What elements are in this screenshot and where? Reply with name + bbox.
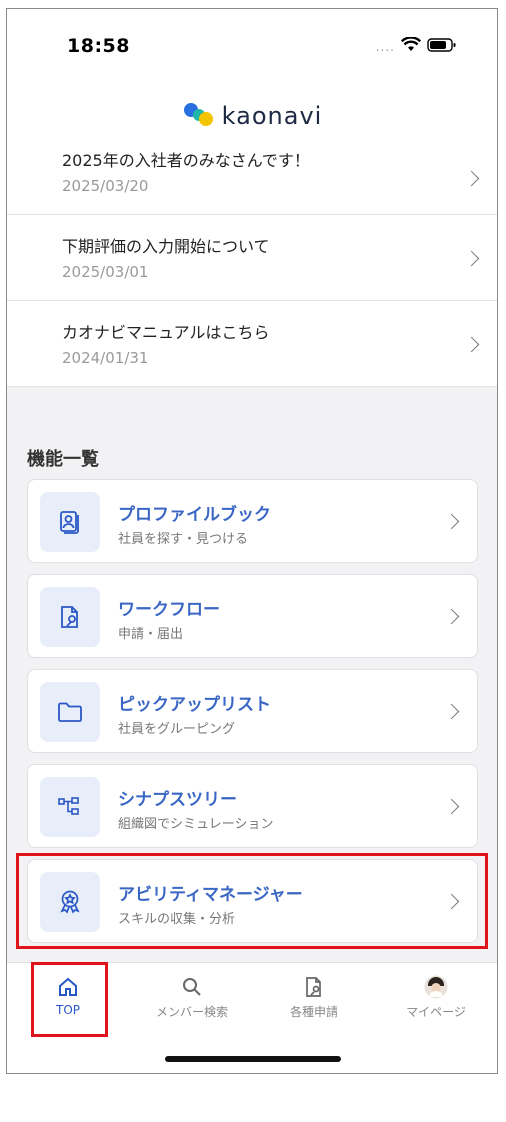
org-tree-icon [40,777,100,837]
news-title: 2025年の入社者のみなさんです！ [62,151,310,170]
highlight-top-tab [31,962,108,1037]
section-title: 機能一覧 [27,449,99,470]
card-title: シナプスツリー [118,790,237,810]
search-icon [147,973,237,1001]
chevron-right-icon [443,798,460,815]
status-bar: 18:58 .... [7,9,497,83]
application-icon [269,973,359,1001]
news-item[interactable]: カオナビマニュアルはこちら 2024/01/31 [7,301,497,387]
status-icons: .... [375,36,457,56]
chevron-right-icon [443,703,460,720]
phone-screen: 18:58 .... kaonavi 2025年の入社者のみなさんです！ 202… [6,8,498,1074]
kaonavi-logo-icon [182,101,216,131]
workflow-icon [40,587,100,647]
battery-icon [427,37,457,56]
tab-member-search[interactable]: メンバー検索 [147,973,237,1020]
news-date: 2025/03/01 [62,263,149,281]
signal-dots: .... [375,39,395,54]
news-item[interactable]: 下期評価の入力開始について 2025/03/01 [7,215,497,301]
tab-applications[interactable]: 各種申請 [269,973,359,1020]
app-header: kaonavi [7,91,497,141]
chevron-right-icon [463,336,480,353]
news-list: 2025年の入社者のみなさんです！ 2025/03/20 下期評価の入力開始につ… [7,141,497,387]
feature-card-profile-book[interactable]: プロファイルブック 社員を探す・見つける [27,479,478,563]
card-title: ピックアップリスト [118,695,271,715]
chevron-right-icon [443,608,460,625]
news-date: 2025/03/20 [62,177,149,195]
news-date: 2024/01/31 [62,349,149,367]
chevron-right-icon [463,170,480,187]
feature-card-synapse-tree[interactable]: シナプスツリー 組織図でシミュレーション [27,764,478,848]
news-item[interactable]: 2025年の入社者のみなさんです！ 2025/03/20 [7,141,497,215]
wifi-icon [400,36,422,56]
feature-card-workflow[interactable]: ワークフロー 申請・届出 [27,574,478,658]
card-subtitle: 社員を探す・見つける [118,532,249,547]
folder-icon [40,682,100,742]
home-indicator [165,1056,341,1062]
card-title: ワークフロー [118,600,220,620]
highlight-ability-manager [16,853,488,949]
logo-text: kaonavi [221,102,323,130]
card-subtitle: 申請・届出 [118,627,184,642]
feature-card-pickup-list[interactable]: ピックアップリスト 社員をグルーピング [27,669,478,753]
chevron-right-icon [443,513,460,530]
news-title: カオナビマニュアルはこちら [62,323,270,342]
status-time: 18:58 [67,35,130,57]
features-section: 機能一覧 プロファイルブック 社員を探す・見つける ワークフロー 申請・届出 ピ… [7,387,497,962]
card-subtitle: 組織図でシミュレーション [118,817,274,832]
tab-label: マイページ [406,1005,466,1019]
card-subtitle: 社員をグルーピング [118,722,236,737]
tab-label: 各種申請 [289,1005,338,1019]
card-title: プロファイルブック [118,505,271,525]
news-title: 下期評価の入力開始について [62,237,270,256]
profile-book-icon [40,492,100,552]
tab-my-page[interactable]: マイページ [391,973,481,1020]
tab-label: メンバー検索 [155,1005,228,1019]
avatar [391,973,481,1001]
chevron-right-icon [463,250,480,267]
